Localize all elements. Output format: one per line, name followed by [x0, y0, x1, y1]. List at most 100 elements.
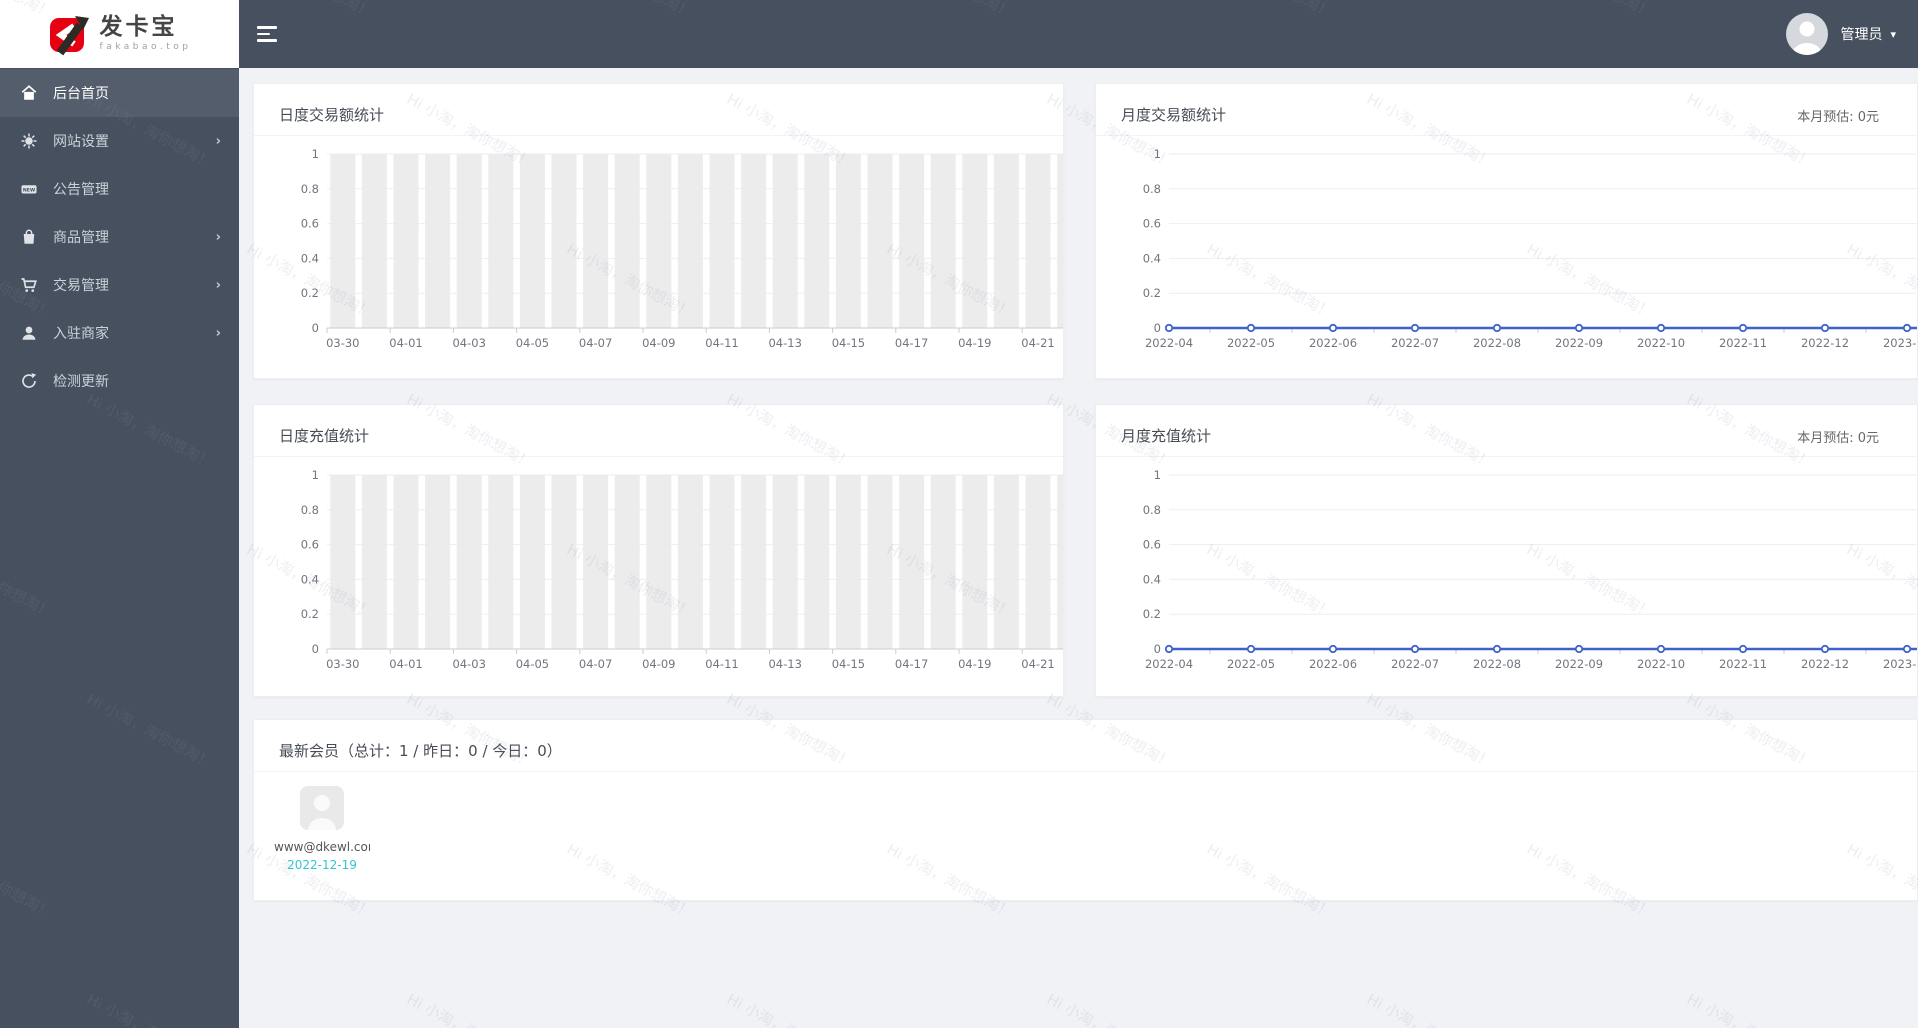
sidebar-menu: 后台首页 网站设置 › NEW 公告管理 商品管理 › 交易管理 › 入驻商家 …	[0, 68, 239, 405]
svg-text:04-13: 04-13	[768, 657, 801, 671]
svg-text:04-05: 04-05	[516, 336, 549, 350]
svg-text:2023-01: 2023-01	[1883, 657, 1917, 671]
svg-text:2022-06: 2022-06	[1309, 336, 1357, 350]
sidebar-item-site-settings[interactable]: 网站设置 ›	[0, 117, 239, 165]
svg-text:04-03: 04-03	[452, 657, 485, 671]
brand-name: 发卡宝	[99, 13, 178, 40]
monthly-recharge-chart: 0 0.2 0.4 0.6 0.8 1 2022-04 2022-05 2022-06 2022-…	[1114, 457, 1917, 696]
card-header: 日度充值统计	[254, 405, 1063, 457]
svg-text:04-09: 04-09	[642, 657, 675, 671]
card-title: 日度交易额统计	[279, 106, 385, 124]
svg-text:2022-12: 2022-12	[1801, 336, 1849, 350]
svg-text:04-07: 04-07	[579, 336, 612, 350]
sidebar-item-check-update[interactable]: 检测更新	[0, 357, 239, 405]
svg-text:03-30: 03-30	[326, 657, 359, 671]
chevron-right-icon: ›	[215, 229, 221, 245]
cart-icon	[21, 278, 37, 292]
sidebar-item-label: 商品管理	[53, 230, 109, 246]
month-estimate-label: 本月预估: 0元	[1797, 431, 1879, 446]
sidebar-item-label: 交易管理	[53, 278, 109, 294]
svg-text:2022-05: 2022-05	[1227, 336, 1275, 350]
sidebar-item-label: 公告管理	[53, 182, 109, 198]
card-header: 最新会员（总计：1 / 昨日：0 / 今日：0）	[254, 720, 1917, 772]
member-register-date: 2022-12-19	[287, 858, 357, 872]
brand-domain: fakabao.top	[99, 42, 192, 53]
member-avatar	[300, 786, 344, 830]
sidebar-item-label: 入驻商家	[53, 326, 109, 342]
svg-text:2022-10: 2022-10	[1637, 336, 1685, 350]
sidebar-toggle-button[interactable]	[257, 26, 279, 42]
chevron-right-icon: ›	[215, 133, 221, 149]
daily-trade-card: 日度交易额统计 0 0.2 0.4 0.6 0.8 1 03-30 04-01 04-03 04-…	[253, 83, 1064, 379]
svg-text:1: 1	[1154, 468, 1161, 482]
svg-text:0.6: 0.6	[301, 538, 319, 552]
svg-text:0.2: 0.2	[1143, 286, 1161, 300]
svg-text:0: 0	[1154, 321, 1161, 335]
card-title: 最新会员（总计：1 / 昨日：0 / 今日：0）	[279, 742, 562, 760]
svg-text:0.2: 0.2	[301, 286, 319, 300]
svg-text:04-05: 04-05	[516, 657, 549, 671]
card-header: 日度交易额统计	[254, 84, 1063, 136]
user-menu[interactable]: 管理员 ▾	[1786, 0, 1896, 68]
daily-trade-chart: 0 0.2 0.4 0.6 0.8 1 03-30 04-01 04-03 04-05 04-07 0…	[272, 136, 1063, 378]
svg-text:2022-07: 2022-07	[1391, 336, 1439, 350]
svg-text:0.4: 0.4	[301, 572, 319, 586]
card-title: 月度充值统计	[1121, 427, 1212, 445]
svg-text:04-11: 04-11	[705, 336, 738, 350]
chevron-right-icon: ›	[215, 325, 221, 341]
svg-text:0.6: 0.6	[1143, 538, 1161, 552]
svg-text:2022-09: 2022-09	[1555, 336, 1603, 350]
monthly-trade-chart: 0 0.2 0.4 0.6 0.8 1 2022-04 2022-05 2022-06 2022-…	[1114, 136, 1917, 378]
svg-text:0.2: 0.2	[301, 607, 319, 621]
sidebar: 发卡宝 fakabao.top 后台首页 网站设置 › NEW 公告管理 商品管…	[0, 0, 239, 1028]
svg-text:0.8: 0.8	[1143, 503, 1161, 517]
svg-text:04-21: 04-21	[1021, 657, 1054, 671]
svg-text:2022-11: 2022-11	[1719, 336, 1767, 350]
svg-text:0: 0	[312, 321, 319, 335]
svg-text:04-17: 04-17	[895, 336, 928, 350]
svg-text:0.4: 0.4	[1143, 251, 1161, 265]
svg-text:2022-04: 2022-04	[1145, 657, 1193, 671]
svg-text:04-15: 04-15	[832, 336, 865, 350]
member-item[interactable]: www@dkewl.com 2022-12-19	[268, 786, 376, 872]
chevron-down-icon: ▾	[1890, 27, 1896, 41]
sidebar-item-label: 网站设置	[53, 134, 109, 150]
sidebar-item-dashboard[interactable]: 后台首页	[0, 69, 239, 117]
svg-text:04-21: 04-21	[1021, 336, 1054, 350]
avatar	[1786, 13, 1829, 55]
svg-text:04-11: 04-11	[705, 657, 738, 671]
latest-members-card: 最新会员（总计：1 / 昨日：0 / 今日：0） www@dkewl.com 2…	[253, 719, 1918, 901]
daily-recharge-chart: 0 0.2 0.4 0.6 0.8 1 03-30 04-01 04-03 04-05 04-07 0…	[272, 457, 1063, 696]
svg-text:0.8: 0.8	[301, 503, 319, 517]
svg-text:2022-09: 2022-09	[1555, 657, 1603, 671]
svg-text:2022-07: 2022-07	[1391, 657, 1439, 671]
svg-text:04-19: 04-19	[958, 657, 991, 671]
svg-text:0: 0	[312, 642, 319, 656]
sidebar-item-label: 检测更新	[53, 374, 109, 390]
sidebar-item-products[interactable]: 商品管理 ›	[0, 213, 239, 261]
monthly-trade-card: 月度交易额统计 本月预估: 0元 0 0.2 0.4 0.6 0.8 1 2022-04 20…	[1095, 83, 1918, 379]
svg-text:03-30: 03-30	[326, 336, 359, 350]
svg-text:04-09: 04-09	[642, 336, 675, 350]
merchant-icon	[22, 326, 36, 340]
card-header: 月度交易额统计 本月预估: 0元	[1096, 84, 1917, 136]
sidebar-item-orders[interactable]: 交易管理 ›	[0, 261, 239, 309]
svg-text:1: 1	[1154, 147, 1161, 161]
brand-logo-icon	[49, 16, 89, 56]
home-icon	[21, 85, 37, 100]
gear-icon	[21, 133, 37, 149]
svg-text:04-15: 04-15	[832, 657, 865, 671]
brand-logo[interactable]: 发卡宝 fakabao.top	[0, 0, 239, 68]
card-title: 月度交易额统计	[1121, 106, 1227, 124]
sidebar-item-merchants[interactable]: 入驻商家 ›	[0, 309, 239, 357]
announcement-icon: NEW	[21, 185, 37, 194]
svg-text:04-13: 04-13	[768, 336, 801, 350]
svg-text:04-01: 04-01	[389, 336, 422, 350]
svg-text:04-07: 04-07	[579, 657, 612, 671]
svg-text:04-01: 04-01	[389, 657, 422, 671]
bag-icon	[23, 229, 35, 244]
card-title: 日度充值统计	[279, 427, 370, 445]
svg-text:2022-08: 2022-08	[1473, 336, 1521, 350]
refresh-icon	[22, 373, 37, 388]
sidebar-item-announcements[interactable]: NEW 公告管理	[0, 165, 239, 213]
